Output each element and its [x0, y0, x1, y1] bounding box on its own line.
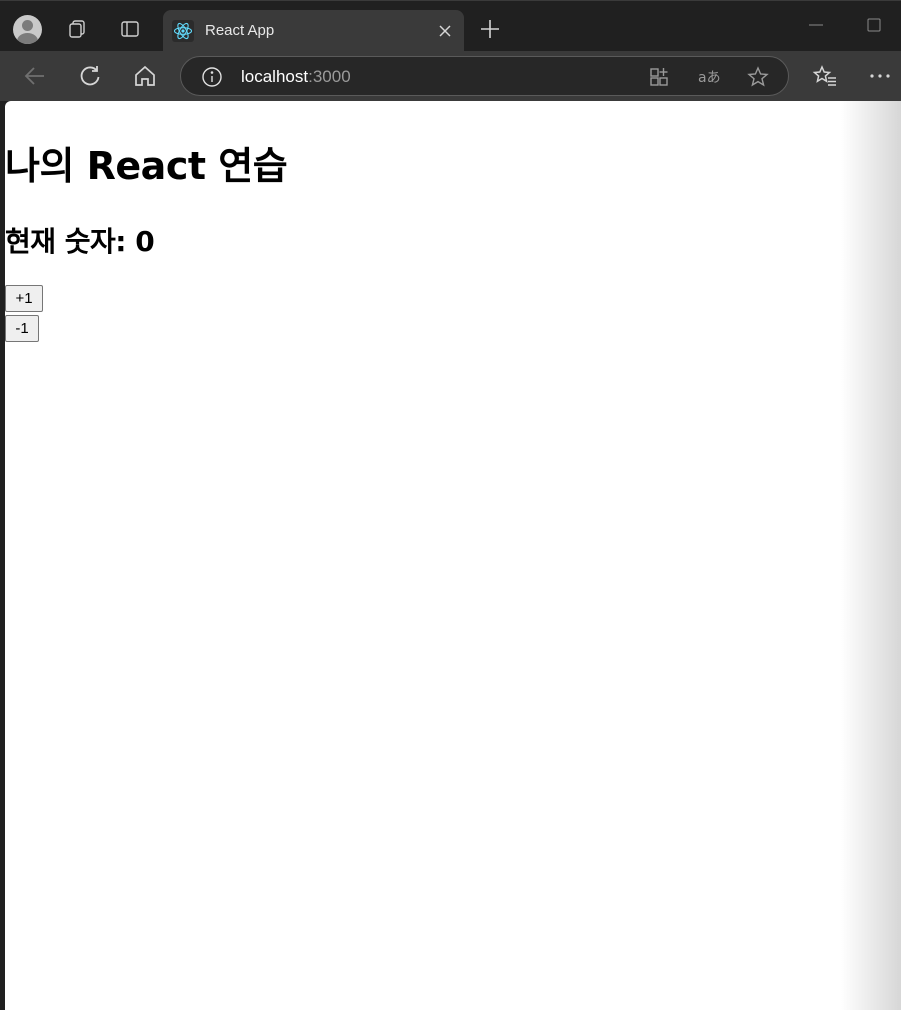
url-text[interactable]: localhost:3000: [241, 67, 351, 87]
site-info-icon[interactable]: [201, 66, 223, 88]
more-options-icon[interactable]: [867, 63, 893, 89]
address-bar[interactable]: localhost:3000 aあ: [180, 56, 789, 96]
back-arrow-icon[interactable]: [22, 63, 48, 89]
app-available-icon[interactable]: [648, 66, 670, 88]
workspaces-icon[interactable]: [61, 13, 93, 45]
new-tab-icon[interactable]: [476, 15, 504, 43]
increment-button[interactable]: +1: [5, 285, 43, 312]
page-viewport: 나의 React 연습 현재 숫자: 0 +1 -1: [5, 101, 901, 1010]
tab-title: React App: [205, 22, 275, 39]
read-aloud-translate-icon[interactable]: aあ: [697, 66, 723, 88]
browser-toolbar: localhost:3000 aあ: [0, 51, 901, 101]
counter-label: 현재 숫자: 0: [5, 225, 155, 258]
close-tab-icon[interactable]: [434, 20, 456, 42]
page-heading: 나의 React 연습: [5, 144, 288, 188]
url-port: :3000: [308, 67, 351, 86]
profile-avatar[interactable]: [13, 15, 42, 44]
decrement-button[interactable]: -1: [5, 315, 39, 342]
browser-tab-active[interactable]: React App: [163, 10, 464, 52]
minimize-window-icon[interactable]: [806, 15, 826, 35]
maximize-window-icon[interactable]: [864, 15, 884, 35]
favorite-star-icon[interactable]: [747, 66, 769, 88]
home-icon[interactable]: [132, 63, 158, 89]
vertical-tabs-icon[interactable]: [114, 13, 146, 45]
refresh-icon[interactable]: [77, 63, 103, 89]
url-host: localhost: [241, 67, 309, 86]
svg-text:aあ: aあ: [698, 70, 721, 86]
react-logo-icon: [172, 20, 194, 42]
tab-strip: React App: [0, 0, 901, 52]
favorites-icon[interactable]: [812, 63, 838, 89]
